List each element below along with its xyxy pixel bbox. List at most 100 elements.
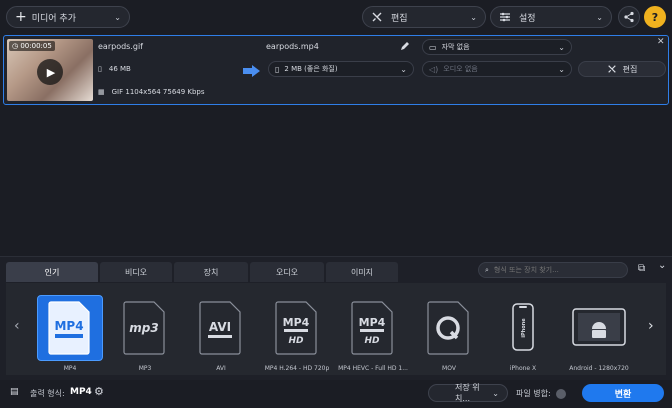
svg-text:HD: HD (364, 336, 380, 346)
chevron-down-icon: ⌄ (596, 12, 603, 22)
format-label: MP4 HEVC - Full HD 1... (338, 365, 408, 372)
badge-mp4-hevc: MP4 (359, 316, 386, 329)
audio-select[interactable]: ◁) 오디오 없음 ⌄ (422, 61, 572, 77)
tools-icon (372, 12, 382, 22)
play-icon: ▶ (46, 65, 56, 79)
subtitle-select[interactable]: ▭ 자막 없음 ⌄ (422, 39, 572, 55)
duration-text: 00:00:05 (20, 42, 52, 50)
file-item[interactable]: ◷ 00:00:05 ▶ earpods.gif ▯ 46 MB ▦ GIF 1… (3, 35, 669, 105)
mp4-file-icon: MP4 (48, 301, 90, 355)
audio-value: 오디오 없음 (443, 65, 478, 73)
source-info: GIF 1104x564 75649 Kbps (111, 88, 205, 96)
format-label: Android - 1280x720 (569, 365, 629, 372)
format-android-720[interactable]: android (566, 295, 632, 361)
format-label: MOV (442, 365, 456, 372)
film-icon: ▦ (98, 88, 105, 96)
android-tablet-icon: android (572, 308, 626, 352)
output-format-icon: ▤ (10, 387, 19, 397)
format-mp4[interactable]: MP4 (37, 295, 103, 361)
video-thumbnail[interactable]: ◷ 00:00:05 ▶ (7, 39, 93, 101)
save-to-select[interactable]: 저장 위치... ⌄ (428, 383, 508, 403)
mp4-hevc-file-icon: MP4 HD (351, 301, 393, 355)
tools-icon (607, 65, 616, 73)
badge-android: android (597, 349, 601, 352)
scroll-left-icon[interactable]: ‹ (14, 318, 20, 334)
chevron-down-icon: ⌄ (492, 388, 499, 398)
format-mp4-h264-720p[interactable]: MP4 HD (264, 295, 330, 361)
format-mov[interactable]: Q (416, 295, 482, 361)
chevron-down-icon: ⌄ (114, 12, 121, 22)
source-size: 46 MB (108, 65, 131, 73)
iphone-icon: iPhone (512, 303, 534, 351)
badge-avi: AVI (209, 320, 231, 334)
format-avi[interactable]: AVI (188, 295, 254, 361)
format-label: MP4 H.264 - HD 720p (264, 365, 330, 372)
badge-iphone: iPhone (521, 318, 527, 338)
remove-file-icon[interactable]: ✕ (657, 37, 665, 47)
mov-file-icon (427, 301, 469, 355)
share-icon (624, 11, 634, 23)
format-label: iPhone X (509, 365, 537, 372)
help-icon: ? (651, 10, 659, 24)
tab-devices[interactable]: 장치 (174, 262, 248, 282)
svg-text:HD: HD (288, 336, 304, 346)
chevron-down-icon: ⌄ (558, 64, 565, 74)
share-button[interactable] (618, 6, 640, 28)
mp4-hd-file-icon: MP4 HD (275, 301, 317, 355)
tab-audio[interactable]: 오디오 (250, 262, 324, 282)
format-label: MP4 (63, 365, 77, 372)
output-size-value: 2 MB (좋은 화질) (284, 65, 338, 73)
edit-toolbar-button[interactable]: 편집 ⌄ (362, 6, 486, 28)
add-media-label: 미디어 추가 (31, 13, 76, 24)
format-mp4-hevc-fullhd[interactable]: MP4 HD (340, 295, 406, 361)
format-label: MP3 (138, 365, 152, 372)
convert-button[interactable]: 변환 (582, 384, 664, 402)
format-label: AVI (216, 365, 226, 372)
clock-icon: ◷ (12, 42, 19, 50)
file-edit-button[interactable]: 편집 (578, 61, 666, 77)
file-edit-label: 편집 (622, 64, 638, 74)
mp3-file-icon: mp3 (123, 301, 165, 355)
duration-badge: ◷ 00:00:05 (9, 41, 55, 51)
save-to-label: 저장 위치... (455, 383, 480, 403)
badge-mp4-hd: MP4 (283, 316, 310, 329)
chevron-down-icon: ⌄ (470, 12, 477, 22)
edit-toolbar-label: 편집 (391, 13, 408, 24)
search-input[interactable] (493, 266, 614, 274)
chevron-down-icon: ⌄ (400, 64, 407, 74)
add-media-button[interactable]: + 미디어 추가 ⌄ (6, 6, 130, 28)
file-icon: ▯ (275, 64, 280, 74)
source-size-row: ▯ 46 MB (98, 65, 131, 73)
settings-label: 설정 (519, 13, 536, 24)
scroll-right-icon[interactable]: › (648, 318, 654, 334)
subtitle-value: 자막 없음 (441, 43, 470, 51)
output-size-select[interactable]: ▯ 2 MB (좋은 화질) ⌄ (268, 61, 414, 77)
source-info-row: ▦ GIF 1104x564 75649 Kbps (98, 88, 205, 96)
merge-files-toggle[interactable] (556, 389, 566, 399)
output-format-value[interactable]: MP4 (70, 387, 92, 397)
output-format-label: 출력 형식: (30, 389, 65, 398)
help-button[interactable]: ? (644, 6, 666, 28)
format-mp3[interactable]: mp3 (112, 295, 178, 361)
format-settings-icon[interactable]: ⧉ (638, 263, 645, 274)
play-button[interactable]: ▶ (37, 59, 63, 85)
collapse-panel-icon[interactable]: ⌄ (658, 260, 666, 271)
gear-icon[interactable]: ⚙ (94, 385, 104, 398)
format-search[interactable]: ⌕ (478, 262, 628, 278)
rename-pencil-icon[interactable] (400, 41, 410, 51)
chevron-down-icon: ⌄ (558, 42, 565, 52)
subtitle-icon: ▭ (429, 42, 437, 52)
avi-file-icon: AVI (199, 301, 241, 355)
file-icon: ▯ (98, 65, 102, 73)
plus-icon: + (15, 9, 27, 25)
output-filename[interactable]: earpods.mp4 (266, 42, 319, 51)
sliders-icon (500, 12, 510, 22)
speaker-icon: ◁) (429, 64, 439, 74)
settings-button[interactable]: 설정 ⌄ (490, 6, 612, 28)
tab-popular[interactable]: 인기 (6, 262, 98, 282)
format-iphone-x[interactable]: iPhone (490, 295, 556, 361)
badge-mp3: mp3 (129, 321, 158, 335)
tab-image[interactable]: 이미지 (326, 262, 398, 282)
merge-files-label: 파일 병합: (516, 389, 551, 398)
tab-video[interactable]: 비디오 (100, 262, 172, 282)
